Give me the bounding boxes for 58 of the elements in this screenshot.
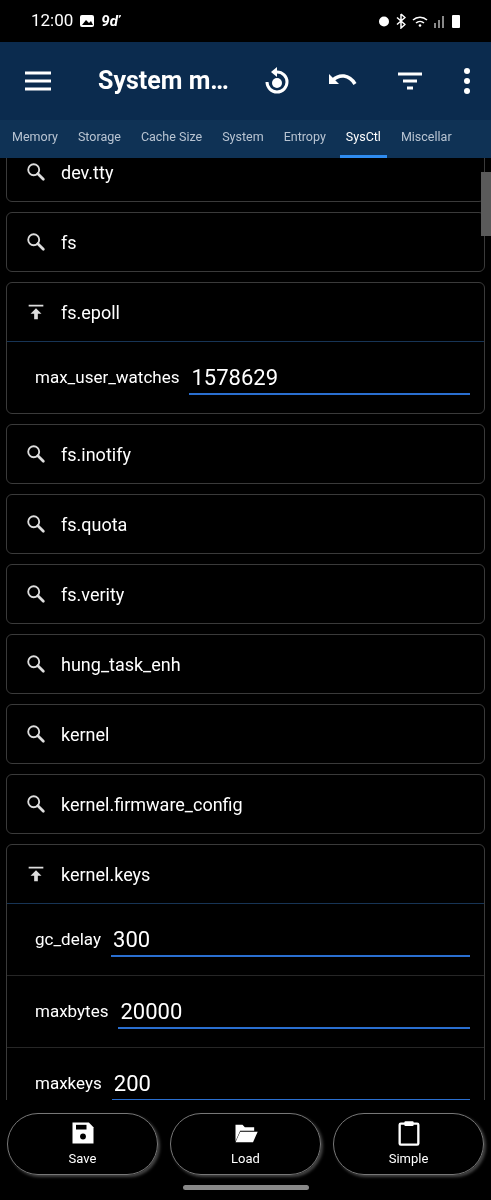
filter-icon: [397, 71, 423, 91]
search-icon: [25, 443, 47, 465]
tab[interactable]: System: [216, 120, 270, 158]
battery-icon: [452, 14, 460, 28]
search-icon: [25, 723, 47, 745]
param-input[interactable]: 300: [111, 922, 470, 957]
group-name: fs.inotify: [61, 442, 131, 467]
param-label: max_user_watches: [35, 365, 180, 389]
wifi-icon: [412, 15, 428, 27]
search-icon: [25, 231, 47, 253]
app-title: System m…: [98, 65, 229, 98]
group-name: kernel.keys: [61, 862, 151, 887]
group-header[interactable]: dev.tty: [7, 158, 484, 201]
signal-icon: [434, 14, 446, 28]
alarm-icon: [378, 15, 390, 27]
filter-button[interactable]: [397, 71, 423, 91]
tab[interactable]: Miscellar: [394, 120, 458, 158]
group-header[interactable]: kernel.firmware_config: [7, 775, 484, 833]
search-icon: [25, 513, 47, 535]
group-name: fs: [61, 230, 77, 255]
search-icon: [25, 161, 47, 183]
more-icon: [463, 68, 471, 94]
group-name: kernel: [61, 722, 110, 747]
group-name: fs.quota: [61, 512, 128, 537]
group-header[interactable]: fs.quota: [7, 495, 484, 553]
param-input[interactable]: 20000: [118, 994, 470, 1029]
group-header[interactable]: fs.epoll: [7, 283, 484, 341]
bluetooth-icon: [396, 13, 406, 29]
search-icon: [25, 653, 47, 675]
search-icon: [25, 793, 47, 815]
more-button[interactable]: [463, 68, 471, 94]
restore-off-icon: [263, 66, 291, 96]
group-name: fs.verity: [61, 582, 125, 607]
param-input[interactable]: 1578629: [189, 360, 470, 395]
group-name: kernel.firmware_config: [61, 792, 243, 817]
group-header[interactable]: fs: [7, 213, 484, 271]
menu-icon: [24, 70, 52, 92]
group-header[interactable]: fs.inotify: [7, 425, 484, 483]
scrollbar-thumb[interactable]: [481, 172, 491, 236]
image-icon: [79, 13, 96, 29]
search-icon: [25, 583, 47, 605]
group-name: dev.tty: [61, 160, 114, 185]
group-name: hung_task_enh: [61, 652, 181, 677]
group-name: fs.epoll: [61, 300, 120, 325]
status-time: 12:00: [31, 9, 74, 33]
tab[interactable]: Memory: [6, 120, 64, 158]
param-label: maxkeys: [35, 1071, 102, 1095]
tab[interactable]: Cache Size: [134, 120, 209, 158]
group-header[interactable]: kernel: [7, 705, 484, 763]
param-label: maxbytes: [35, 999, 109, 1023]
tab[interactable]: Storage: [71, 120, 127, 158]
reset-off-button[interactable]: [263, 66, 291, 96]
group-header[interactable]: fs.verity: [7, 565, 484, 623]
group-header[interactable]: hung_task_enh: [7, 635, 484, 693]
tab[interactable]: Entropy: [277, 120, 332, 158]
param-label: gc_delay: [35, 927, 102, 951]
carrier-text: 9ď: [101, 10, 119, 32]
group-header[interactable]: kernel.keys: [7, 845, 484, 903]
